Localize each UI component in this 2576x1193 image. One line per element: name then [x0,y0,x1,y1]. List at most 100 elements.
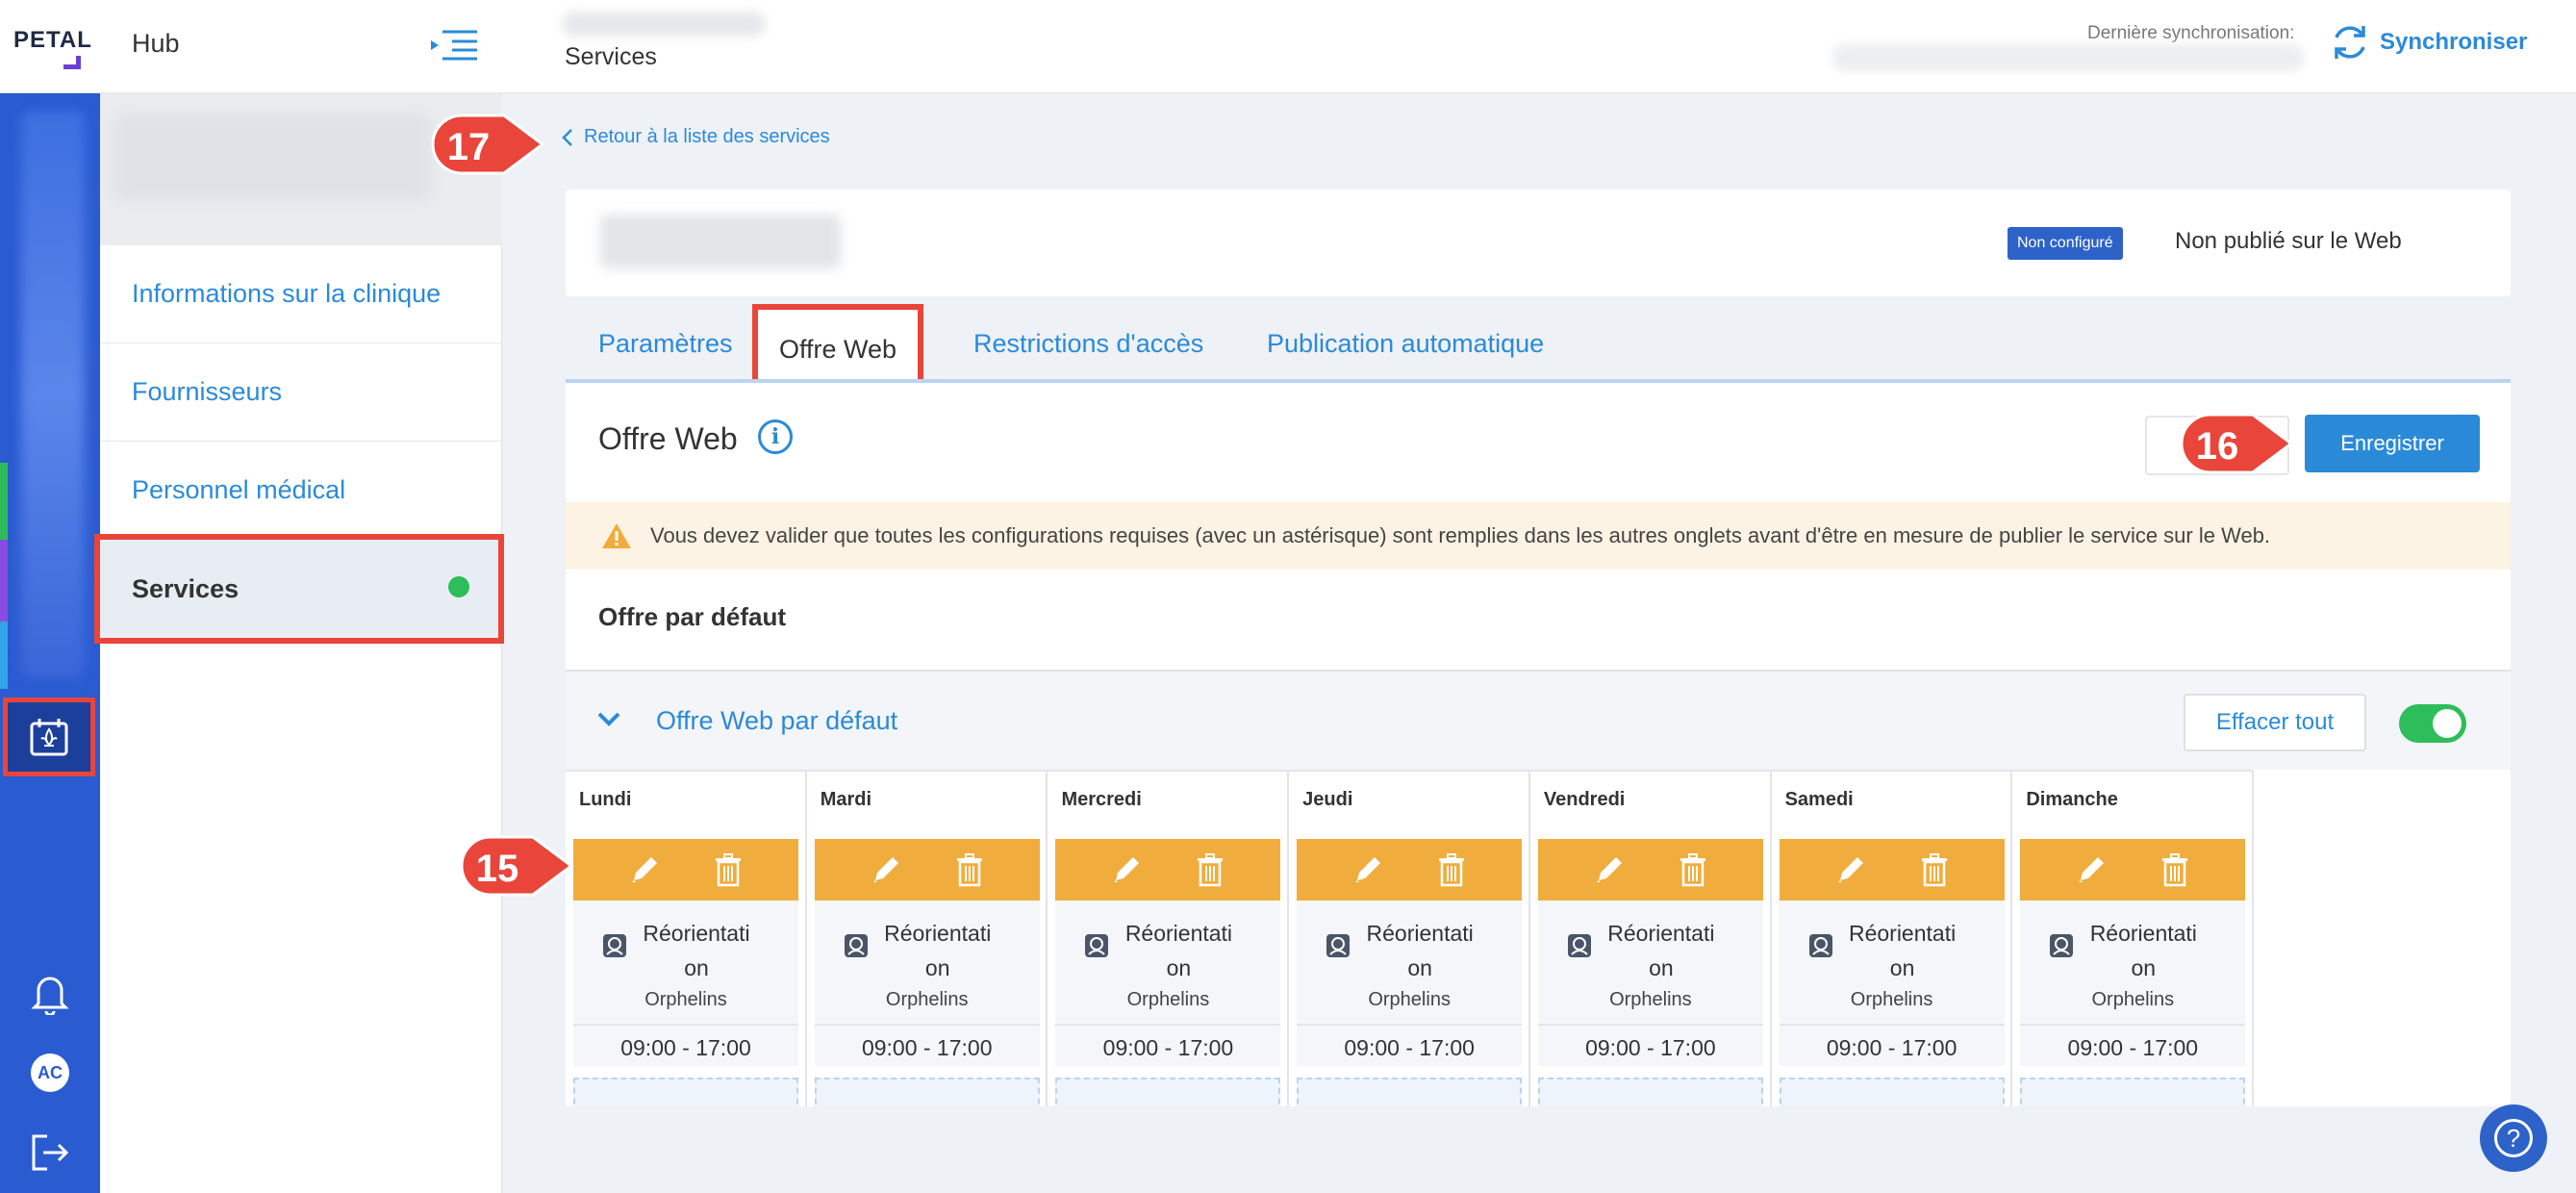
help-button[interactable]: ? [2480,1104,2547,1172]
nav-item-clinic-info[interactable]: Informations sur la clinique [100,245,502,343]
day-column: Vendredi Réorientati on Orphelins 09:00 … [1529,770,1772,1106]
offer-card[interactable]: Réorientati on Orphelins 09:00 - 17:00 [814,839,1040,1066]
service-name-line2: on [1166,955,1192,980]
add-slot-dropzone[interactable] [1297,1078,1523,1106]
offer-card[interactable]: Réorientati on Orphelins 09:00 - 17:00 [1537,839,1763,1066]
service-subtitle: Orphelins [1126,989,1210,1010]
day-column: Jeudi Réorientati on Orphelins 09:00 - 1… [1289,770,1530,1106]
petal-logo: PETAL [13,27,100,69]
service-name-line1: Réorientati [884,921,992,946]
service-subtitle: Orphelins [1609,989,1692,1010]
chevron-left-icon [562,128,572,146]
rail-stripe-purple [0,540,8,622]
add-slot-dropzone[interactable] [814,1078,1040,1106]
service-icon [1084,933,1109,958]
offer-card[interactable]: Réorientati on Orphelins 09:00 - 17:00 [1055,839,1281,1066]
service-name: Réorientati on [1604,916,1719,985]
add-slot-dropzone[interactable] [1055,1078,1281,1106]
service-time: 09:00 - 17:00 [1102,1035,1234,1060]
card-toolbar [1779,839,2005,901]
day-name: Lundi [579,789,632,810]
sync-button[interactable]: Synchroniser [2330,21,2527,63]
service-icon [1326,933,1351,958]
trash-icon[interactable] [1436,852,1467,887]
trash-icon[interactable] [2159,852,2190,887]
service-name: Réorientati on [1121,916,1236,985]
service-icon [2049,933,2074,958]
service-name-line2: on [2131,955,2157,980]
service-time: 09:00 - 17:00 [1585,1035,1716,1060]
pencil-icon[interactable] [1351,853,1384,886]
offer-toggle[interactable] [2399,704,2466,743]
trash-icon[interactable] [1678,852,1708,887]
bell-icon[interactable] [25,969,75,1019]
logout-icon[interactable] [25,1128,75,1178]
day-name: Jeudi [1302,789,1353,810]
callout-15: 15 [452,829,574,906]
offer-card[interactable]: Réorientati on Orphelins 09:00 - 17:00 [573,839,798,1066]
trash-icon[interactable] [713,852,744,887]
service-name: Réorientati on [639,916,754,985]
offer-title[interactable]: Offre Web par défaut [656,706,897,736]
nav-item-services[interactable]: Services [94,534,504,644]
tab-restrictions[interactable]: Restrictions d'accès [973,329,1203,359]
tab-parametres[interactable]: Paramètres [598,329,733,359]
logo-text: PETAL [13,27,92,53]
trash-icon[interactable] [1919,852,1950,887]
card-divider [1055,1024,1281,1026]
add-slot-dropzone[interactable] [2020,1078,2246,1106]
day-column: Samedi Réorientati on Orphelins 09:00 - … [1771,770,2013,1106]
panel-title: Offre Web [598,421,738,456]
service-subtitle: Orphelins [885,989,969,1010]
add-slot-dropzone[interactable] [1779,1078,2005,1106]
card-toolbar [573,839,798,901]
avatar[interactable]: AC [25,1048,75,1098]
day-name: Mardi [820,789,872,810]
card-body: Réorientati on Orphelins 09:00 - 17:00 [1297,901,1523,1066]
service-time: 09:00 - 17:00 [1344,1035,1475,1060]
card-toolbar [814,839,1040,901]
trash-icon[interactable] [1195,852,1225,887]
card-body: Réorientati on Orphelins 09:00 - 17:00 [573,901,798,1066]
offer-card[interactable]: Réorientati on Orphelins 09:00 - 17:00 [1779,839,2005,1066]
tab-bar: Paramètres Offre Web Restrictions d'accè… [566,304,2511,385]
add-slot-dropzone[interactable] [1537,1078,1763,1106]
service-name-line1: Réorientati [643,921,750,946]
offer-card[interactable]: Réorientati on Orphelins 09:00 - 17:00 [1297,839,1523,1066]
callout-17: 17 [423,108,545,185]
service-time: 09:00 - 17:00 [2067,1035,2199,1060]
clear-all-button[interactable]: Effacer tout [2184,694,2366,751]
tab-publication[interactable]: Publication automatique [1267,329,1544,359]
sync-icon [2335,26,2365,59]
offer-header: Offre Web par défaut Effacer tout [566,670,2511,770]
pencil-icon[interactable] [628,853,661,886]
trash-icon[interactable] [954,852,985,887]
offer-card[interactable]: Réorientati on Orphelins 09:00 - 17:00 [2020,839,2246,1066]
tab-offre-web[interactable]: Offre Web [752,304,924,385]
rail-stripe-blue [0,622,8,689]
calendar-fleur-de-lis-icon[interactable] [3,698,95,776]
service-name-line2: on [1407,955,1432,980]
back-link[interactable]: Retour à la liste des services [561,126,830,148]
card-body: Réorientati on Orphelins 09:00 - 17:00 [2020,901,2246,1066]
pencil-icon[interactable] [870,853,902,886]
chevron-down-icon[interactable] [594,704,623,733]
add-slot-dropzone[interactable] [573,1078,798,1106]
card-divider [2020,1024,2246,1026]
top-bar: PETAL Hub Services Dernière synchronisat… [0,0,2576,93]
menu-collapse-icon[interactable] [429,29,479,62]
nav-item-suppliers[interactable]: Fournisseurs [100,343,502,442]
day-name: Dimanche [2026,789,2118,810]
nav-item-medical-staff[interactable]: Personnel médical [100,442,502,540]
pencil-icon[interactable] [2075,853,2108,886]
pencil-icon[interactable] [1834,853,1867,886]
pencil-icon[interactable] [1593,853,1626,886]
pencil-icon[interactable] [1110,853,1143,886]
card-toolbar [1537,839,1763,901]
service-name: Réorientati on [880,916,996,985]
info-icon[interactable]: i [758,419,793,454]
days-grid: Lundi Réorientati on Orphelins 09:00 - 1… [566,770,2255,1106]
save-button[interactable]: Enregistrer [2305,415,2480,472]
callout-number: 17 [446,126,491,168]
service-icon [602,933,627,958]
